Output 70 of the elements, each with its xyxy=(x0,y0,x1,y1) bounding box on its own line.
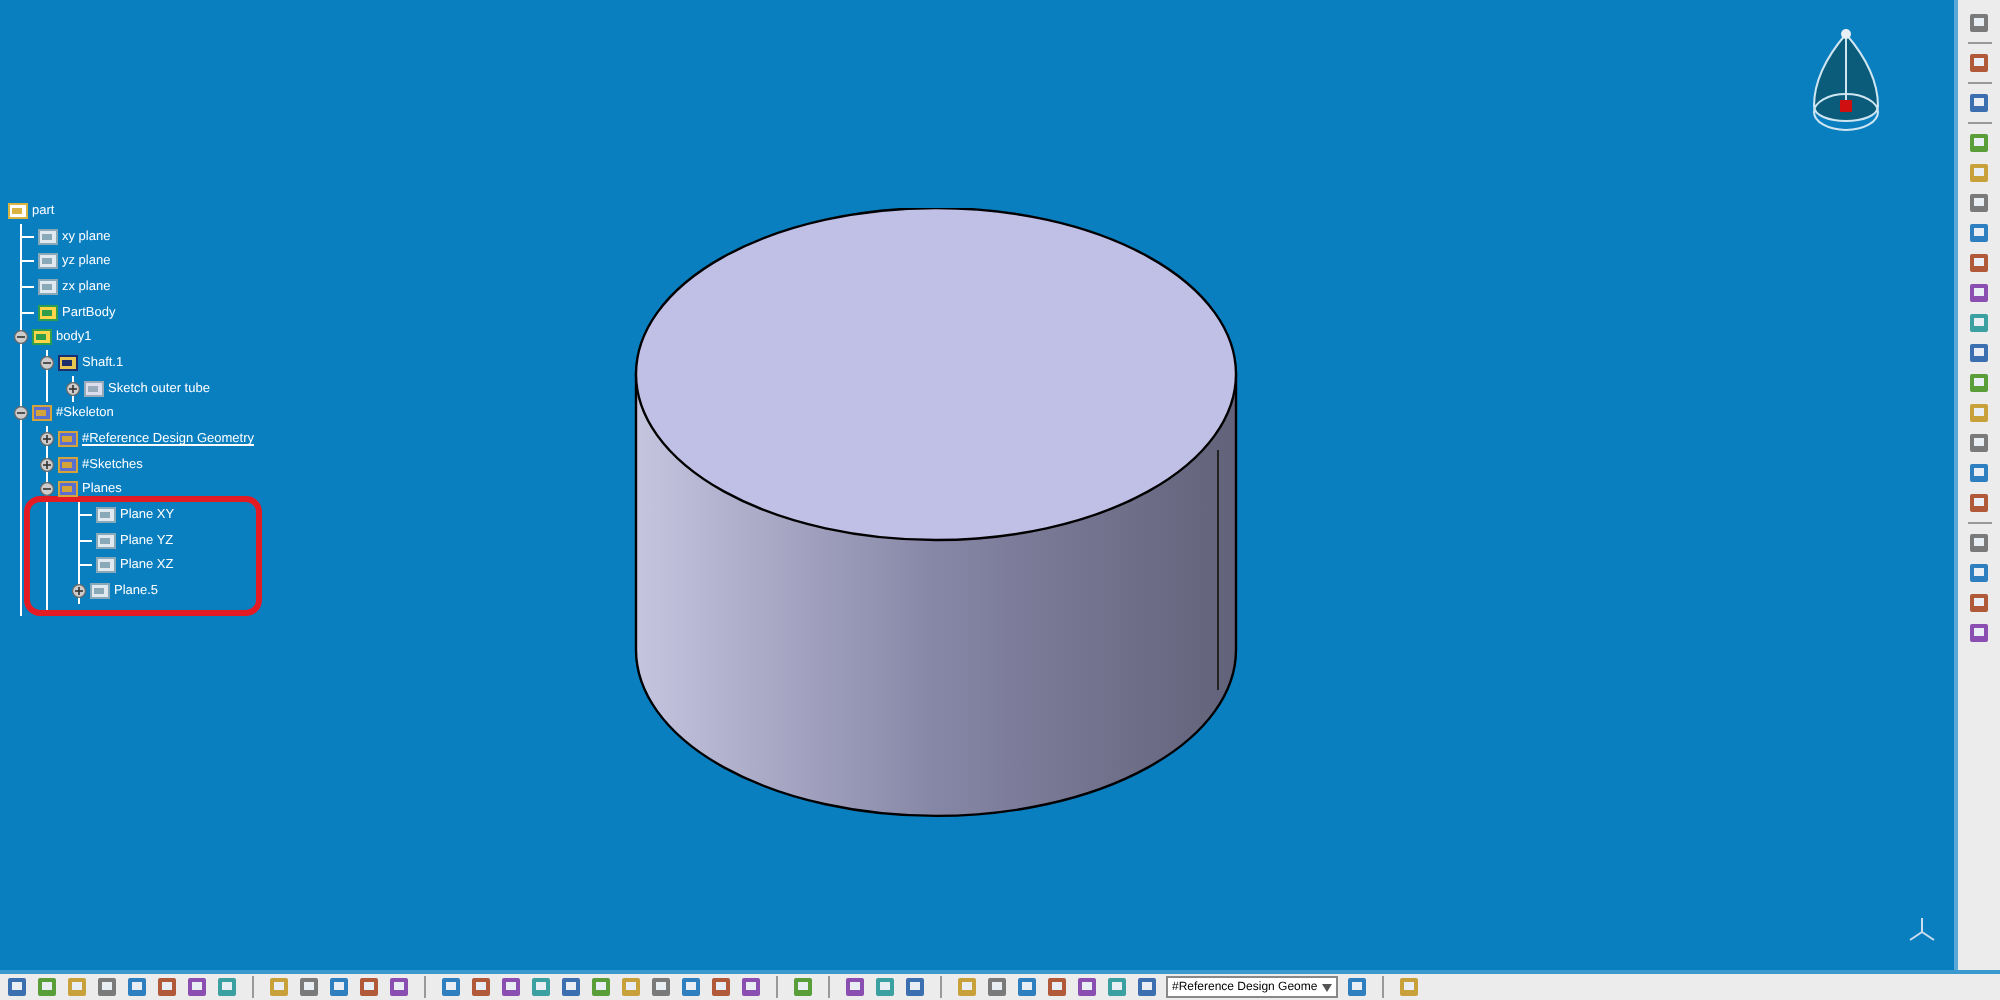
expand-toggle[interactable] xyxy=(72,584,86,599)
toolbar-icon[interactable] xyxy=(530,976,552,998)
expand-toggle[interactable] xyxy=(40,432,54,447)
toolbar-icon[interactable] xyxy=(1968,372,1990,394)
collapse-toggle[interactable] xyxy=(40,482,54,497)
toolbar-icon[interactable] xyxy=(1968,12,1990,34)
toolbar-icon[interactable] xyxy=(874,976,896,998)
toolbar-icon[interactable] xyxy=(1968,492,1990,514)
toolbar-icon[interactable] xyxy=(1968,52,1990,74)
axis-drawing xyxy=(1906,914,1938,946)
expand-toggle[interactable] xyxy=(66,381,80,396)
toolbar-icon[interactable] xyxy=(650,976,672,998)
toolbar-icon[interactable] xyxy=(440,976,462,998)
toolbar-icon[interactable] xyxy=(1046,976,1068,998)
toolbar-icon[interactable] xyxy=(66,976,88,998)
toolbar-icon[interactable] xyxy=(470,976,492,998)
toolbar-icon[interactable] xyxy=(96,976,118,998)
toolbar-icon[interactable] xyxy=(1968,252,1990,274)
toolbar-icon[interactable] xyxy=(1968,312,1990,334)
toolbar-icon[interactable] xyxy=(216,976,238,998)
toolbar-icon[interactable] xyxy=(1968,592,1990,614)
toolbar-icon[interactable] xyxy=(792,976,814,998)
expand-toggle[interactable] xyxy=(40,457,54,472)
toolbar-icon[interactable] xyxy=(680,976,702,998)
toolbar-icon[interactable] xyxy=(6,976,28,998)
toolbar-icon[interactable] xyxy=(298,976,320,998)
toolbar-icon[interactable] xyxy=(986,976,1008,998)
toolbar-icon[interactable] xyxy=(156,976,178,998)
shaft-icon xyxy=(58,353,78,372)
toolbar-icon[interactable] xyxy=(388,976,410,998)
collapse-toggle[interactable] xyxy=(14,406,28,421)
toolbar-icon[interactable] xyxy=(1968,92,1990,114)
toolbar-icon[interactable] xyxy=(1076,976,1098,998)
toolbar-icon[interactable] xyxy=(186,976,208,998)
toolbar-icon[interactable] xyxy=(1968,222,1990,244)
toolbar-icon[interactable] xyxy=(1968,132,1990,154)
toolbar-icon[interactable] xyxy=(328,976,350,998)
toolbar-icon[interactable] xyxy=(1968,162,1990,184)
toolbar-icon[interactable] xyxy=(1345,976,1368,998)
toolbar-icon[interactable] xyxy=(1968,192,1990,214)
toolbar-icon[interactable] xyxy=(36,976,58,998)
toolbar-icon[interactable] xyxy=(844,976,866,998)
toolbar-icon[interactable] xyxy=(620,976,642,998)
toolbar-icon[interactable] xyxy=(1968,282,1990,304)
toolbar-icon[interactable] xyxy=(740,976,762,998)
toolbar-icon[interactable] xyxy=(1968,462,1990,484)
toolbar-icon[interactable] xyxy=(1968,432,1990,454)
sketch-icon xyxy=(84,379,104,398)
toolbar-icon[interactable] xyxy=(1968,532,1990,554)
toolbar-icon[interactable] xyxy=(904,976,926,998)
toolbar-icon[interactable] xyxy=(1016,976,1038,998)
toolbar-icon[interactable] xyxy=(710,976,732,998)
toolbar-icon[interactable] xyxy=(1397,976,1420,998)
caret-icon xyxy=(1321,983,1332,991)
toolbar-icon[interactable] xyxy=(1968,622,1990,644)
toolbar-icon[interactable] xyxy=(1968,342,1990,364)
toolbar-icon[interactable] xyxy=(1968,402,1990,424)
toolbar-icon[interactable] xyxy=(590,976,612,998)
toolbar-icon[interactable] xyxy=(560,976,582,998)
toolbar-icon[interactable] xyxy=(1968,562,1990,584)
part-icon xyxy=(8,201,28,220)
toolbar-icon[interactable] xyxy=(268,976,290,998)
collapse-toggle[interactable] xyxy=(40,355,54,370)
toolbar-icon[interactable] xyxy=(500,976,522,998)
toolbar-icon[interactable] xyxy=(1106,976,1128,998)
toolbar-icon[interactable] xyxy=(358,976,380,998)
toolbar-icon[interactable] xyxy=(126,976,148,998)
toolbar-icon[interactable] xyxy=(1136,976,1158,998)
collapse-toggle[interactable] xyxy=(14,330,28,345)
toolbar-icon[interactable] xyxy=(956,976,978,998)
